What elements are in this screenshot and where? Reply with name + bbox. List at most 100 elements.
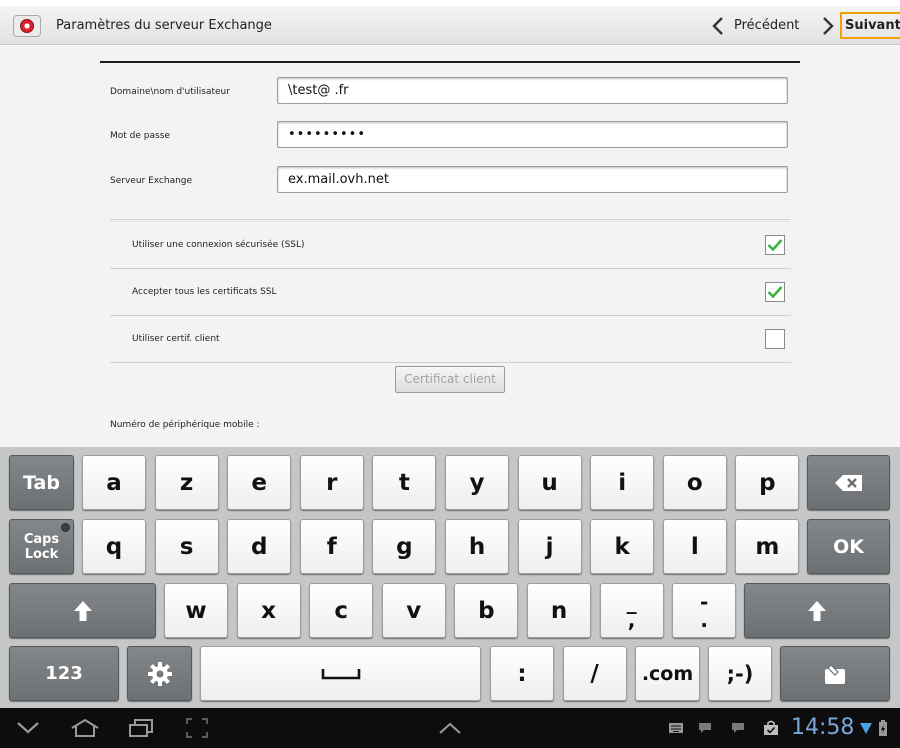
settings-form: Domaine\nom d'utilisateur \test@ .fr Mot…: [0, 46, 900, 447]
action-bar: Paramètres du serveur Exchange Précédent…: [0, 6, 900, 45]
option-accept-certs-label: Accepter tous les certificats SSL: [132, 287, 277, 297]
key-h[interactable]: h: [445, 519, 509, 574]
form-divider: [100, 61, 800, 63]
option-ssl[interactable]: Utiliser une connexion sécurisée (SSL): [110, 222, 791, 268]
message-status-2: [731, 708, 745, 748]
key-m[interactable]: m: [735, 519, 800, 574]
chevron-up-icon: [439, 722, 461, 734]
mail-app-icon: [20, 19, 34, 33]
key-colon[interactable]: :: [490, 646, 554, 701]
keyboard-status: [668, 708, 684, 748]
shift-arrow-icon: [808, 600, 826, 621]
key-secondary-char: .: [700, 607, 708, 632]
accept-certs-checkbox[interactable]: [765, 282, 785, 302]
key-a[interactable]: a: [82, 455, 146, 510]
screenshot-icon: [186, 718, 208, 738]
key-w[interactable]: w: [164, 583, 228, 638]
checkmark-icon: [767, 286, 783, 299]
key-n[interactable]: n: [527, 583, 591, 638]
key-clipboard[interactable]: [780, 646, 890, 701]
key-settings[interactable]: [127, 646, 192, 701]
previous-label: Précédent: [734, 18, 800, 33]
client-certificate-button[interactable]: Certificat client: [395, 366, 505, 393]
wifi-status: [860, 708, 872, 748]
key-punctuation-2[interactable]: -.: [672, 583, 737, 638]
chevron-right-icon: [823, 16, 834, 35]
key-b[interactable]: b: [454, 583, 519, 638]
next-button[interactable]: Suivant: [822, 6, 900, 45]
caps-label-1: Caps: [23, 531, 60, 547]
key-j[interactable]: j: [517, 519, 582, 574]
key-o[interactable]: o: [662, 455, 727, 510]
key-c[interactable]: c: [309, 583, 374, 638]
chat-icon: [732, 723, 744, 733]
home-button[interactable]: [70, 708, 100, 748]
key-q[interactable]: q: [82, 519, 146, 574]
shopping-bag-icon: [764, 720, 778, 735]
back-button[interactable]: [16, 708, 40, 748]
key-u[interactable]: u: [517, 455, 582, 510]
key-l[interactable]: l: [662, 519, 727, 574]
system-navigation-bar: 14:58: [0, 708, 900, 748]
password-label: Mot de passe: [110, 131, 170, 141]
key-ok[interactable]: OK: [807, 519, 890, 574]
key-secondary-char: ,: [627, 607, 636, 632]
key-s[interactable]: s: [154, 519, 219, 574]
key-caps-lock[interactable]: Caps Lock: [9, 519, 74, 574]
key-e[interactable]: e: [227, 455, 292, 510]
key-z[interactable]: z: [154, 455, 219, 510]
previous-button[interactable]: Précédent: [712, 6, 799, 45]
recent-apps-icon: [129, 719, 153, 737]
key-numbers[interactable]: 123: [9, 646, 119, 701]
password-input[interactable]: •••••••••: [277, 121, 788, 148]
caps-label-2: Lock: [24, 546, 59, 562]
mobile-device-id-label: Numéro de périphérique mobile :: [110, 420, 260, 430]
key-shift-right[interactable]: [744, 583, 890, 638]
key-x[interactable]: x: [236, 583, 301, 638]
chevron-down-icon: [17, 722, 39, 734]
key-punctuation-1[interactable]: _,: [599, 583, 664, 638]
key-dot-com[interactable]: .com: [635, 646, 700, 701]
next-label: Suivant: [840, 12, 900, 39]
key-g[interactable]: g: [372, 519, 437, 574]
options-divider: [110, 362, 791, 363]
chat-icon: [699, 723, 711, 733]
key-smiley[interactable]: ;-): [708, 646, 772, 701]
key-d[interactable]: d: [227, 519, 292, 574]
key-space[interactable]: [200, 646, 481, 701]
app-icon[interactable]: [13, 15, 41, 37]
market-status: [763, 708, 779, 748]
option-accept-certs[interactable]: Accepter tous les certificats SSL: [110, 269, 791, 315]
domain-label: Domaine\nom d'utilisateur: [110, 87, 230, 97]
screen-title: Paramètres du serveur Exchange: [56, 18, 272, 33]
key-t[interactable]: t: [372, 455, 437, 510]
key-tab[interactable]: Tab: [9, 455, 74, 510]
recent-apps-button[interactable]: [128, 708, 154, 748]
key-slash[interactable]: /: [562, 646, 627, 701]
key-r[interactable]: r: [299, 455, 364, 510]
key-p[interactable]: p: [735, 455, 800, 510]
server-input[interactable]: ex.mail.ovh.net: [277, 166, 788, 193]
shift-arrow-icon: [73, 600, 92, 621]
option-client-cert-label: Utiliser certif. client: [132, 334, 220, 344]
ssl-checkbox[interactable]: [765, 235, 785, 255]
option-ssl-label: Utiliser une connexion sécurisée (SSL): [132, 240, 305, 250]
key-y[interactable]: y: [445, 455, 509, 510]
key-f[interactable]: f: [299, 519, 364, 574]
key-k[interactable]: k: [590, 519, 655, 574]
option-client-cert[interactable]: Utiliser certif. client: [110, 316, 791, 362]
screenshot-button[interactable]: [186, 708, 208, 748]
battery-charging-icon: [879, 720, 887, 736]
hide-keyboard-button[interactable]: [438, 708, 462, 748]
key-backspace[interactable]: [807, 455, 890, 510]
client-cert-checkbox[interactable]: [765, 329, 785, 349]
on-screen-keyboard: Tab Caps Lock OK 123 .com ;-) a z e r t …: [0, 447, 900, 708]
chevron-left-icon: [712, 16, 723, 35]
message-status: [698, 708, 712, 748]
key-i[interactable]: i: [590, 455, 655, 510]
domain-username-input[interactable]: \test@ .fr: [277, 77, 788, 104]
wifi-icon: [860, 723, 872, 734]
key-shift-left[interactable]: [9, 583, 156, 638]
gear-icon: [147, 661, 172, 686]
key-v[interactable]: v: [381, 583, 446, 638]
